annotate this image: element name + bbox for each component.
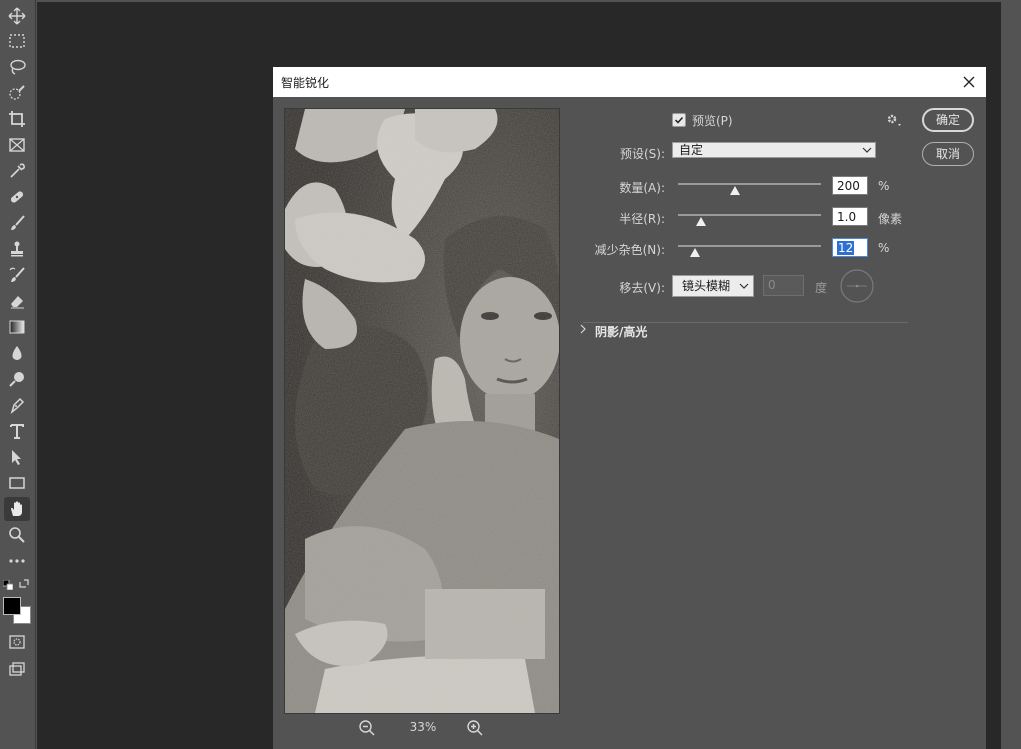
gear-icon[interactable] (885, 112, 903, 128)
chevron-down-icon (862, 147, 872, 153)
preview-label[interactable]: 预览(P) (692, 112, 733, 129)
remove-dropdown[interactable]: 镜头模糊 (672, 275, 754, 297)
type-icon[interactable] (4, 419, 30, 443)
preset-label: 预设(S): (619, 147, 665, 161)
amount-label: 数量(A): (619, 181, 665, 195)
angle-dial-icon (840, 269, 874, 303)
amount-slider-track[interactable] (678, 183, 821, 185)
quick-mask-icon[interactable] (4, 630, 30, 654)
path-select-icon[interactable] (4, 445, 30, 469)
gradient-icon[interactable] (4, 315, 30, 339)
ok-button[interactable]: 确定 (922, 108, 974, 132)
brush-icon[interactable] (4, 211, 30, 235)
angle-unit: 度 (815, 281, 828, 295)
preset-value: 自定 (679, 143, 704, 157)
amount-slider-thumb[interactable] (730, 186, 741, 195)
quick-select-icon[interactable] (4, 81, 30, 105)
healing-icon[interactable] (4, 185, 30, 209)
close-button[interactable] (958, 71, 980, 93)
noise-value: 12 (837, 241, 855, 255)
dodge-icon[interactable] (4, 367, 30, 391)
default-colors-icon[interactable] (3, 580, 13, 590)
crop-icon[interactable] (4, 107, 30, 131)
move-icon[interactable] (4, 4, 30, 28)
amount-value: 200 (837, 179, 860, 193)
screen-mode-icon[interactable] (4, 657, 30, 681)
panel-dock (1001, 0, 1021, 749)
preset-dropdown[interactable]: 自定 (672, 142, 876, 158)
chevron-right-icon[interactable] (578, 323, 588, 335)
frame-icon[interactable] (4, 133, 30, 157)
noise-slider-track[interactable] (678, 245, 821, 247)
smart-sharpen-dialog: 智能锐化 33% 预览(P) 预设(S): 自定 数量(A): 200 % 半径… (273, 67, 986, 749)
noise-unit: % (878, 241, 890, 255)
zoom-level: 33% (409, 720, 437, 734)
marquee-icon[interactable] (4, 29, 30, 53)
noise-slider-thumb[interactable] (690, 248, 701, 257)
radius-value: 1.0 (837, 210, 857, 224)
hand-icon[interactable] (4, 497, 30, 521)
radius-slider-thumb[interactable] (695, 217, 706, 226)
remove-label: 移去(V): (619, 281, 665, 295)
dialog-title: 智能锐化 (281, 76, 330, 90)
history-brush-icon[interactable] (4, 263, 30, 287)
swap-colors-icon[interactable] (18, 578, 30, 590)
close-icon (963, 76, 975, 88)
noise-label: 减少杂色(N): (594, 243, 665, 257)
pen-icon[interactable] (4, 393, 30, 417)
preview-image[interactable] (284, 108, 560, 714)
tools-panel (0, 0, 36, 749)
remove-value: 镜头模糊 (682, 279, 731, 293)
dialog-titlebar[interactable]: 智能锐化 (273, 67, 986, 97)
preview-checkbox[interactable] (672, 113, 686, 127)
lasso-icon[interactable] (4, 55, 30, 79)
zoom-icon[interactable] (4, 523, 30, 547)
eyedropper-icon[interactable] (4, 159, 30, 183)
document-tab-strip (37, 0, 1021, 2)
chevron-down-icon (739, 283, 749, 289)
radius-label: 半径(R): (619, 212, 665, 226)
stamp-icon[interactable] (4, 237, 30, 261)
radius-slider-track[interactable] (678, 214, 821, 216)
zoom-out-icon[interactable] (358, 719, 376, 737)
shadows-highlights-toggle[interactable]: 阴影/高光 (595, 323, 647, 340)
zoom-in-icon[interactable] (466, 719, 484, 737)
more-icon[interactable] (4, 549, 30, 573)
checkmark-icon (674, 116, 684, 124)
angle-value: 0 (768, 278, 776, 292)
angle-input: 0 (763, 275, 804, 296)
amount-input[interactable]: 200 (832, 176, 868, 195)
radius-unit: 像素 (878, 212, 903, 226)
foreground-color-swatch[interactable] (3, 597, 21, 615)
amount-unit: % (878, 179, 890, 193)
cancel-button[interactable]: 取消 (922, 142, 974, 166)
rectangle-icon[interactable] (4, 471, 30, 495)
radius-input[interactable]: 1.0 (832, 207, 868, 226)
blur-icon[interactable] (4, 341, 30, 365)
eraser-icon[interactable] (4, 289, 30, 313)
noise-input[interactable]: 12 (832, 238, 868, 257)
